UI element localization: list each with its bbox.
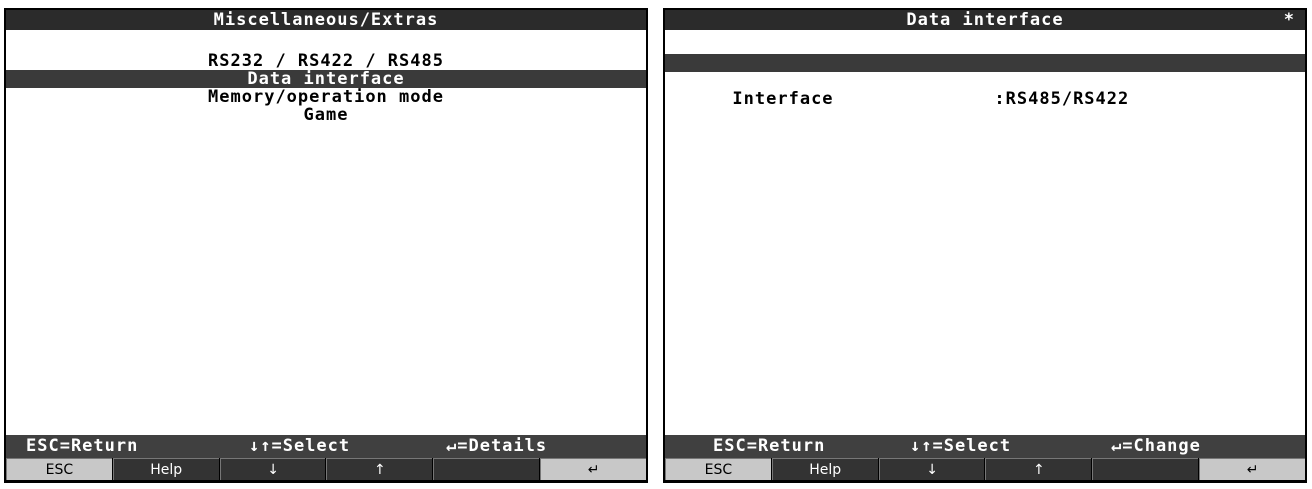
menu-item-rs232-rs422-rs485[interactable]: RS232 / RS422 / RS485 [6, 52, 646, 70]
settings-list: Communicate with :Serial Interface Interf… [665, 54, 1305, 108]
change-hint: ↵=Change [1111, 436, 1201, 456]
setting-communicate-with[interactable]: Communicate with :Serial Interface [665, 54, 1305, 90]
esc-softkey[interactable]: ESC [6, 458, 112, 480]
up-softkey[interactable]: ↑ [326, 458, 433, 480]
esc-softkey[interactable]: ESC [665, 458, 771, 480]
screen-title-text: Data interface [906, 10, 1064, 30]
esc-hint: ESC=Return [713, 436, 826, 456]
menu-item-data-interface[interactable]: Data interface [6, 70, 646, 88]
screen-title: Miscellaneous/Extras [6, 10, 646, 30]
details-hint: ↵=Details [446, 436, 548, 456]
softkey-bar: ESC Help ↓ ↑ ↵ [6, 458, 646, 481]
key-hint-bar: ESC=Return ↓↑=Select ↵=Change [665, 435, 1305, 458]
menu-item-game[interactable]: Game [6, 106, 646, 124]
menu-list: RS232 / RS422 / RS485 Data interface Mem… [6, 52, 646, 124]
misc-extras-screen: Miscellaneous/Extras RS232 / RS422 / RS4… [4, 8, 648, 483]
down-softkey[interactable]: ↓ [219, 458, 326, 480]
setting-value: :Serial Interface [994, 71, 1186, 91]
setting-label: Interface [732, 89, 834, 109]
modified-star: * [1283, 10, 1295, 30]
menu-item-memory-operation-mode[interactable]: Memory/operation mode [6, 88, 646, 106]
softkey-bar: ESC Help ↓ ↑ ↵ [665, 458, 1305, 481]
blank-softkey[interactable] [433, 458, 540, 480]
down-softkey[interactable]: ↓ [878, 458, 985, 480]
screen-title: Data interface * [665, 10, 1305, 30]
help-softkey[interactable]: Help [771, 458, 878, 480]
data-interface-screen: Data interface * Communicate with :Serial… [663, 8, 1307, 483]
setting-label: Communicate with [732, 71, 913, 91]
setting-value: :RS485/RS422 [994, 89, 1130, 109]
enter-softkey[interactable]: ↵ [1199, 458, 1305, 480]
select-hint: ↓↑=Select [910, 436, 1012, 456]
help-softkey[interactable]: Help [112, 458, 219, 480]
up-softkey[interactable]: ↑ [985, 458, 1092, 480]
blank-softkey[interactable] [1092, 458, 1199, 480]
enter-softkey[interactable]: ↵ [540, 458, 646, 480]
select-hint: ↓↑=Select [249, 436, 351, 456]
key-hint-bar: ESC=Return ↓↑=Select ↵=Details [6, 435, 646, 458]
esc-hint: ESC=Return [26, 436, 139, 456]
